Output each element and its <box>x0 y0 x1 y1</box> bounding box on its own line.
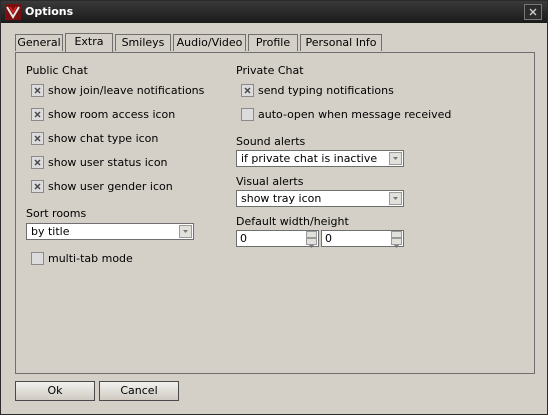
select-value: by title <box>31 225 70 238</box>
visual-alerts-select[interactable]: show tray icon <box>236 190 404 207</box>
checkbox-label: show room access icon <box>48 108 176 121</box>
extra-tab-panel: Public Chat show join/leave notification… <box>15 52 535 374</box>
checkbox[interactable] <box>31 252 44 265</box>
checkbox-checked-icon <box>34 87 41 94</box>
default-width-spinner[interactable]: 0 <box>236 230 319 248</box>
close-icon <box>529 8 537 16</box>
dropdown-button[interactable] <box>389 152 402 165</box>
arrow-down-icon <box>309 245 314 248</box>
spin-down-button[interactable] <box>391 238 402 248</box>
cancel-button[interactable]: Cancel <box>99 381 179 401</box>
checkbox-checked-icon <box>244 87 251 94</box>
checkbox-checked-icon <box>34 159 41 166</box>
checkbox[interactable] <box>31 180 44 193</box>
sound-alerts-label: Sound alerts <box>236 135 306 148</box>
sort-rooms-select[interactable]: by title <box>26 223 194 240</box>
tab-extra[interactable]: Extra <box>65 33 113 52</box>
spin-down-button[interactable] <box>306 238 317 248</box>
spinner-value: 0 <box>240 232 247 245</box>
visual-alerts-label: Visual alerts <box>236 175 304 188</box>
tab-profile[interactable]: Profile <box>248 34 298 51</box>
sound-alerts-select[interactable]: if private chat is inactive <box>236 150 404 167</box>
spinner-value: 0 <box>325 232 332 245</box>
window-title: Options <box>25 5 74 18</box>
chevron-down-icon <box>393 197 398 200</box>
chevron-down-icon <box>183 230 188 233</box>
checkbox-label: show join/leave notifications <box>48 84 205 97</box>
ok-button[interactable]: Ok <box>15 381 95 401</box>
checkbox-label: show chat type icon <box>48 132 159 145</box>
tab-general[interactable]: General <box>15 34 63 51</box>
checkbox-label: send typing notifications <box>258 84 394 97</box>
checkbox-checked-icon <box>34 183 41 190</box>
checkbox[interactable] <box>31 108 44 121</box>
private-chat-heading: Private Chat <box>236 64 304 77</box>
title-bar[interactable]: Options <box>1 1 547 23</box>
spin-up-button[interactable] <box>306 231 317 241</box>
spin-up-button[interactable] <box>391 231 402 241</box>
checkbox[interactable] <box>31 132 44 145</box>
checkbox-label: multi-tab mode <box>48 252 133 265</box>
close-button[interactable] <box>524 4 542 20</box>
dropdown-button[interactable] <box>389 192 402 205</box>
checkbox[interactable] <box>241 84 254 97</box>
dropdown-button[interactable] <box>179 225 192 238</box>
tab-audio-video[interactable]: Audio/Video <box>173 34 246 51</box>
chevron-down-icon <box>393 157 398 160</box>
checkbox[interactable] <box>31 84 44 97</box>
select-value: show tray icon <box>241 192 322 205</box>
select-value: if private chat is inactive <box>241 152 378 165</box>
tab-smileys[interactable]: Smileys <box>115 34 171 51</box>
arrow-down-icon <box>394 245 399 248</box>
options-window: Options General Extra Smileys Audio/Vide… <box>0 0 548 415</box>
checkbox-label: show user status icon <box>48 156 168 169</box>
checkbox-checked-icon <box>34 135 41 142</box>
checkbox-checked-icon <box>34 111 41 118</box>
default-height-spinner[interactable]: 0 <box>321 230 404 248</box>
checkbox-label: show user gender icon <box>48 180 173 193</box>
checkbox[interactable] <box>241 108 254 121</box>
tab-personal-info[interactable]: Personal Info <box>300 34 382 51</box>
sort-rooms-label: Sort rooms <box>26 207 87 220</box>
checkbox[interactable] <box>31 156 44 169</box>
app-logo-icon <box>5 4 21 20</box>
checkbox-label: auto-open when message received <box>258 108 452 121</box>
default-size-label: Default width/height <box>236 215 349 228</box>
public-chat-heading: Public Chat <box>26 64 88 77</box>
